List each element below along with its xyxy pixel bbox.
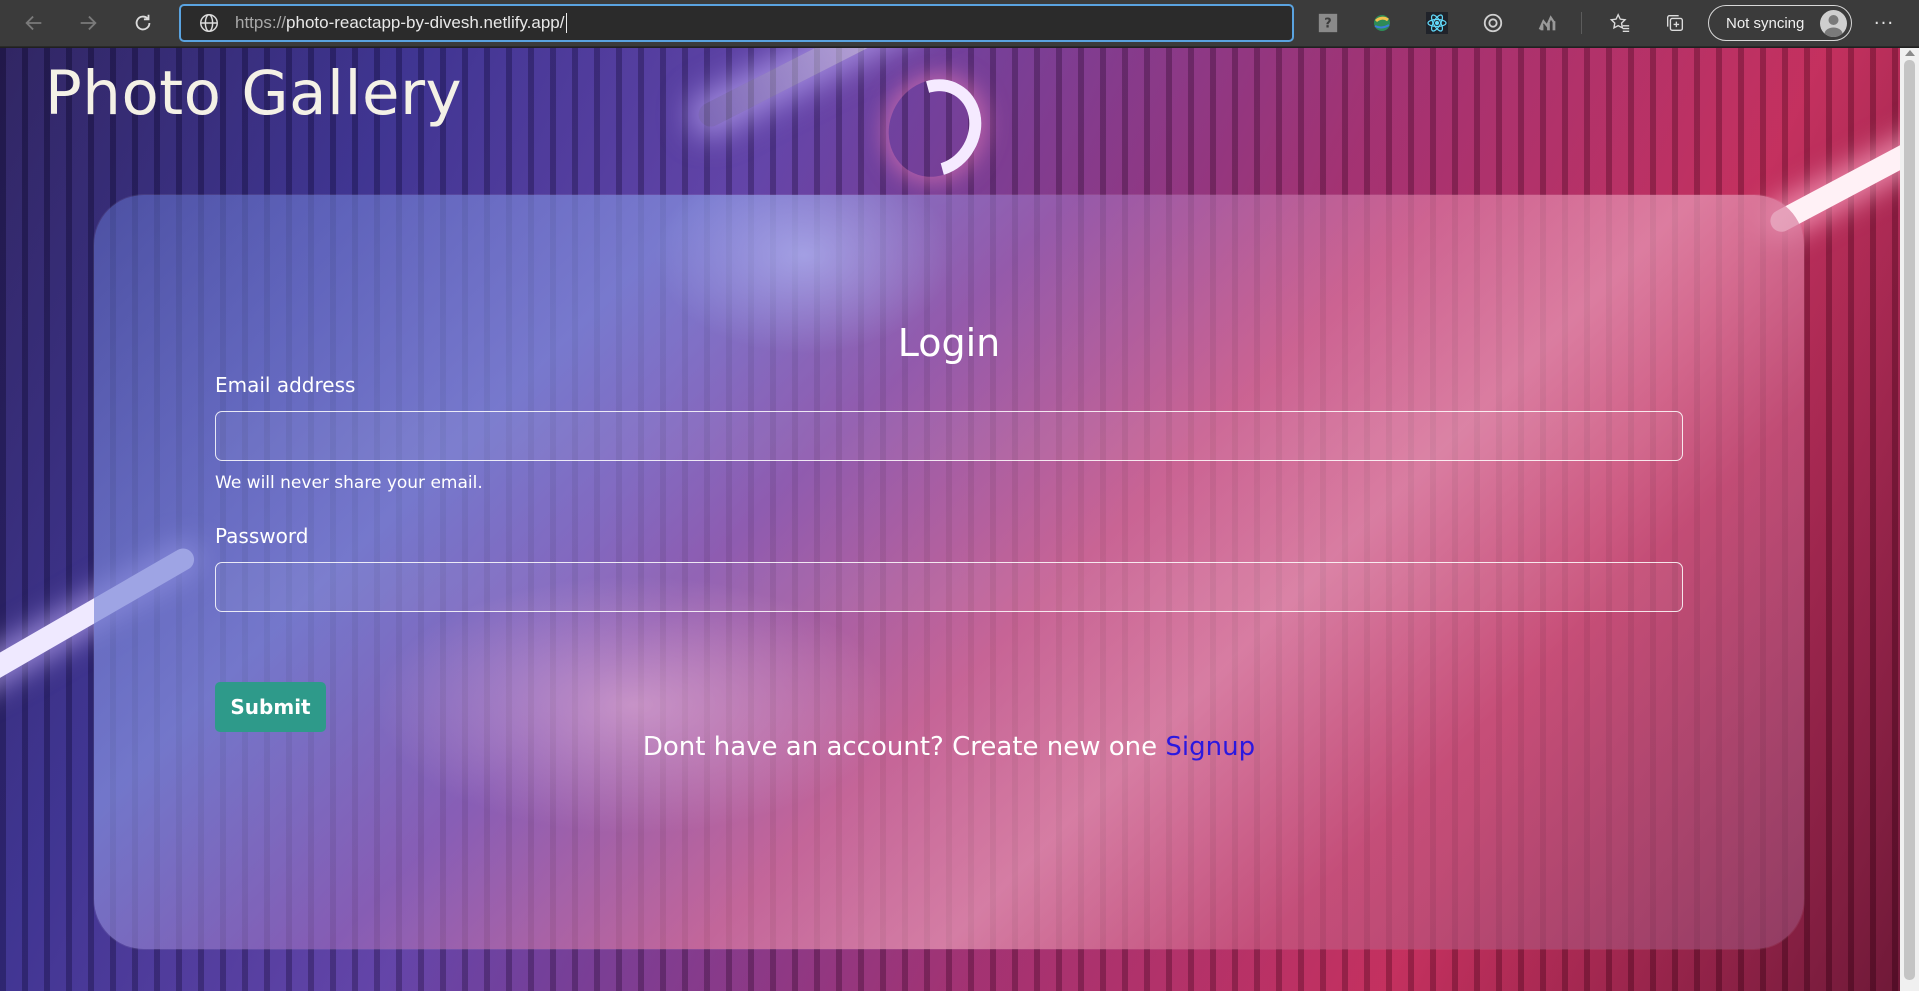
password-label: Password [215,524,309,548]
forward-button[interactable] [73,8,103,38]
signup-prompt: Dont have an account? Create new one Sig… [215,732,1683,762]
url-text[interactable]: https://photo-reactapp-by-divesh.netlify… [235,13,567,34]
profile-sync-button[interactable]: Not syncing [1708,5,1852,41]
email-field[interactable] [215,411,1683,461]
back-button[interactable] [19,8,49,38]
back-arrow-icon [25,15,42,31]
refresh-button[interactable] [128,8,158,38]
text-caret [565,13,567,34]
favorites-icon[interactable] [1607,10,1633,36]
submit-button[interactable]: Submit [215,682,326,732]
extension-help-icon[interactable]: ? [1315,10,1341,36]
page-title: Photo Gallery [45,58,463,129]
signup-prompt-text: Dont have an account? Create new one [642,732,1166,762]
extension-earth-icon[interactable] [1369,10,1395,36]
login-card: Login Email address We will never share … [94,195,1804,949]
sync-label: Not syncing [1726,14,1805,32]
scrollbar-thumb[interactable] [1904,60,1915,980]
password-field[interactable] [215,562,1683,612]
card-glow [374,575,894,835]
browser-toolbar: https://photo-reactapp-by-divesh.netlify… [0,0,1919,47]
url-scheme: https:// [235,12,287,32]
avatar-icon [1820,10,1847,37]
address-bar[interactable]: https://photo-reactapp-by-divesh.netlify… [179,4,1294,42]
more-menu-button[interactable]: ··· [1869,8,1899,38]
refresh-icon [135,14,151,31]
login-heading: Login [897,321,1001,365]
react-devtools-icon[interactable] [1424,10,1450,36]
vertical-scrollbar[interactable] [1900,48,1919,991]
url-host: photo-reactapp-by-divesh.netlify.app/ [286,12,565,32]
target-extension-icon[interactable] [1480,10,1506,36]
email-label: Email address [215,373,356,397]
email-help-text: We will never share your email. [215,473,483,493]
globe-icon [197,11,221,35]
scroll-up-arrow-icon[interactable] [1905,50,1915,56]
toolbar-divider [1581,12,1582,34]
page-viewport: Photo Gallery Login Email address We wil… [0,48,1900,991]
signup-link[interactable]: Signup [1165,732,1255,762]
stats-extension-icon[interactable] [1535,10,1561,36]
svg-text:?: ? [1324,17,1331,32]
collections-icon[interactable] [1662,10,1688,36]
forward-arrow-icon [80,15,97,31]
